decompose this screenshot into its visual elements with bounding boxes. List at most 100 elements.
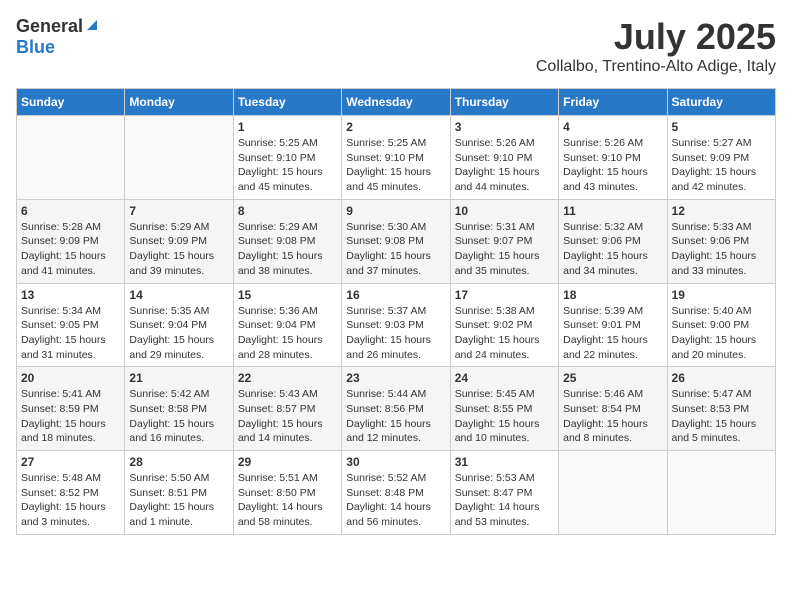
title-area: July 2025 Collalbo, Trentino-Alto Adige,… <box>536 16 776 76</box>
day-info: Sunrise: 5:53 AM Sunset: 8:47 PM Dayligh… <box>455 471 554 530</box>
day-number: 22 <box>238 371 337 385</box>
calendar-cell: 1 Sunrise: 5:25 AM Sunset: 9:10 PM Daylig… <box>233 116 341 200</box>
day-info: Sunrise: 5:45 AM Sunset: 8:55 PM Dayligh… <box>455 387 554 446</box>
day-number: 12 <box>672 204 771 218</box>
day-info: Sunrise: 5:50 AM Sunset: 8:51 PM Dayligh… <box>129 471 228 530</box>
calendar-cell: 27 Sunrise: 5:48 AM Sunset: 8:52 PM Dayli… <box>17 451 125 535</box>
day-number: 17 <box>455 288 554 302</box>
logo-general-text: General <box>16 16 83 37</box>
calendar-cell: 7 Sunrise: 5:29 AM Sunset: 9:09 PM Daylig… <box>125 199 233 283</box>
calendar-cell: 2 Sunrise: 5:25 AM Sunset: 9:10 PM Daylig… <box>342 116 450 200</box>
day-info: Sunrise: 5:35 AM Sunset: 9:04 PM Dayligh… <box>129 304 228 363</box>
calendar-cell: 29 Sunrise: 5:51 AM Sunset: 8:50 PM Dayli… <box>233 451 341 535</box>
calendar-cell <box>125 116 233 200</box>
day-number: 26 <box>672 371 771 385</box>
calendar-cell: 21 Sunrise: 5:42 AM Sunset: 8:58 PM Dayli… <box>125 367 233 451</box>
day-info: Sunrise: 5:29 AM Sunset: 9:09 PM Dayligh… <box>129 220 228 279</box>
calendar-cell: 14 Sunrise: 5:35 AM Sunset: 9:04 PM Dayli… <box>125 283 233 367</box>
calendar-cell: 31 Sunrise: 5:53 AM Sunset: 8:47 PM Dayli… <box>450 451 558 535</box>
calendar-cell: 6 Sunrise: 5:28 AM Sunset: 9:09 PM Daylig… <box>17 199 125 283</box>
calendar-cell: 24 Sunrise: 5:45 AM Sunset: 8:55 PM Dayli… <box>450 367 558 451</box>
calendar-cell: 25 Sunrise: 5:46 AM Sunset: 8:54 PM Dayli… <box>559 367 667 451</box>
day-info: Sunrise: 5:46 AM Sunset: 8:54 PM Dayligh… <box>563 387 662 446</box>
calendar-body: 1 Sunrise: 5:25 AM Sunset: 9:10 PM Daylig… <box>17 116 776 535</box>
day-number: 19 <box>672 288 771 302</box>
calendar-cell: 10Sunrise: 5:31 AM Sunset: 9:07 PM Dayli… <box>450 199 558 283</box>
calendar-header-tuesday: Tuesday <box>233 89 341 116</box>
calendar-cell: 9 Sunrise: 5:30 AM Sunset: 9:08 PM Daylig… <box>342 199 450 283</box>
calendar-header-friday: Friday <box>559 89 667 116</box>
day-info: Sunrise: 5:26 AM Sunset: 9:10 PM Dayligh… <box>563 136 662 195</box>
day-info: Sunrise: 5:51 AM Sunset: 8:50 PM Dayligh… <box>238 471 337 530</box>
day-number: 25 <box>563 371 662 385</box>
day-info: Sunrise: 5:48 AM Sunset: 8:52 PM Dayligh… <box>21 471 120 530</box>
logo-blue-text: Blue <box>16 37 55 57</box>
calendar-header-monday: Monday <box>125 89 233 116</box>
day-info: Sunrise: 5:41 AM Sunset: 8:59 PM Dayligh… <box>21 387 120 446</box>
day-number: 6 <box>21 204 120 218</box>
calendar-cell: 17 Sunrise: 5:38 AM Sunset: 9:02 PM Dayli… <box>450 283 558 367</box>
day-info: Sunrise: 5:25 AM Sunset: 9:10 PM Dayligh… <box>238 136 337 195</box>
day-number: 29 <box>238 455 337 469</box>
day-info: Sunrise: 5:30 AM Sunset: 9:08 PM Dayligh… <box>346 220 445 279</box>
day-info: Sunrise: 5:43 AM Sunset: 8:57 PM Dayligh… <box>238 387 337 446</box>
day-info: Sunrise: 5:34 AM Sunset: 9:05 PM Dayligh… <box>21 304 120 363</box>
calendar-cell: 18Sunrise: 5:39 AM Sunset: 9:01 PM Dayli… <box>559 283 667 367</box>
calendar-week-row: 20Sunrise: 5:41 AM Sunset: 8:59 PM Dayli… <box>17 367 776 451</box>
calendar-header-thursday: Thursday <box>450 89 558 116</box>
calendar-week-row: 27 Sunrise: 5:48 AM Sunset: 8:52 PM Dayli… <box>17 451 776 535</box>
day-number: 28 <box>129 455 228 469</box>
day-number: 31 <box>455 455 554 469</box>
day-number: 1 <box>238 120 337 134</box>
calendar-cell: 23Sunrise: 5:44 AM Sunset: 8:56 PM Dayli… <box>342 367 450 451</box>
day-info: Sunrise: 5:32 AM Sunset: 9:06 PM Dayligh… <box>563 220 662 279</box>
calendar-cell: 3Sunrise: 5:26 AM Sunset: 9:10 PM Daylig… <box>450 116 558 200</box>
day-number: 24 <box>455 371 554 385</box>
day-info: Sunrise: 5:38 AM Sunset: 9:02 PM Dayligh… <box>455 304 554 363</box>
day-number: 4 <box>563 120 662 134</box>
calendar-cell: 12Sunrise: 5:33 AM Sunset: 9:06 PM Dayli… <box>667 199 775 283</box>
day-info: Sunrise: 5:36 AM Sunset: 9:04 PM Dayligh… <box>238 304 337 363</box>
day-number: 14 <box>129 288 228 302</box>
location-title: Collalbo, Trentino-Alto Adige, Italy <box>536 58 776 76</box>
day-info: Sunrise: 5:44 AM Sunset: 8:56 PM Dayligh… <box>346 387 445 446</box>
calendar-cell: 28 Sunrise: 5:50 AM Sunset: 8:51 PM Dayli… <box>125 451 233 535</box>
day-info: Sunrise: 5:42 AM Sunset: 8:58 PM Dayligh… <box>129 387 228 446</box>
day-number: 27 <box>21 455 120 469</box>
day-number: 8 <box>238 204 337 218</box>
calendar-cell: 15 Sunrise: 5:36 AM Sunset: 9:04 PM Dayli… <box>233 283 341 367</box>
day-info: Sunrise: 5:52 AM Sunset: 8:48 PM Dayligh… <box>346 471 445 530</box>
calendar-week-row: 6 Sunrise: 5:28 AM Sunset: 9:09 PM Daylig… <box>17 199 776 283</box>
calendar-header-wednesday: Wednesday <box>342 89 450 116</box>
day-info: Sunrise: 5:39 AM Sunset: 9:01 PM Dayligh… <box>563 304 662 363</box>
day-number: 3 <box>455 120 554 134</box>
day-number: 16 <box>346 288 445 302</box>
calendar-cell: 8 Sunrise: 5:29 AM Sunset: 9:08 PM Daylig… <box>233 199 341 283</box>
calendar-cell: 4 Sunrise: 5:26 AM Sunset: 9:10 PM Daylig… <box>559 116 667 200</box>
day-info: Sunrise: 5:29 AM Sunset: 9:08 PM Dayligh… <box>238 220 337 279</box>
day-info: Sunrise: 5:25 AM Sunset: 9:10 PM Dayligh… <box>346 136 445 195</box>
calendar-week-row: 1 Sunrise: 5:25 AM Sunset: 9:10 PM Daylig… <box>17 116 776 200</box>
day-number: 10 <box>455 204 554 218</box>
day-number: 7 <box>129 204 228 218</box>
day-number: 2 <box>346 120 445 134</box>
calendar-cell <box>559 451 667 535</box>
day-number: 15 <box>238 288 337 302</box>
calendar-cell <box>17 116 125 200</box>
calendar-cell <box>667 451 775 535</box>
day-number: 9 <box>346 204 445 218</box>
calendar-cell: 11 Sunrise: 5:32 AM Sunset: 9:06 PM Dayli… <box>559 199 667 283</box>
calendar-cell: 22 Sunrise: 5:43 AM Sunset: 8:57 PM Dayli… <box>233 367 341 451</box>
day-number: 21 <box>129 371 228 385</box>
day-number: 13 <box>21 288 120 302</box>
month-title: July 2025 <box>536 16 776 58</box>
logo: General Blue <box>16 16 99 58</box>
day-info: Sunrise: 5:28 AM Sunset: 9:09 PM Dayligh… <box>21 220 120 279</box>
calendar-week-row: 13 Sunrise: 5:34 AM Sunset: 9:05 PM Dayli… <box>17 283 776 367</box>
day-number: 30 <box>346 455 445 469</box>
calendar-table: SundayMondayTuesdayWednesdayThursdayFrid… <box>16 88 776 535</box>
day-info: Sunrise: 5:27 AM Sunset: 9:09 PM Dayligh… <box>672 136 771 195</box>
day-number: 11 <box>563 204 662 218</box>
calendar-cell: 13 Sunrise: 5:34 AM Sunset: 9:05 PM Dayli… <box>17 283 125 367</box>
day-number: 5 <box>672 120 771 134</box>
